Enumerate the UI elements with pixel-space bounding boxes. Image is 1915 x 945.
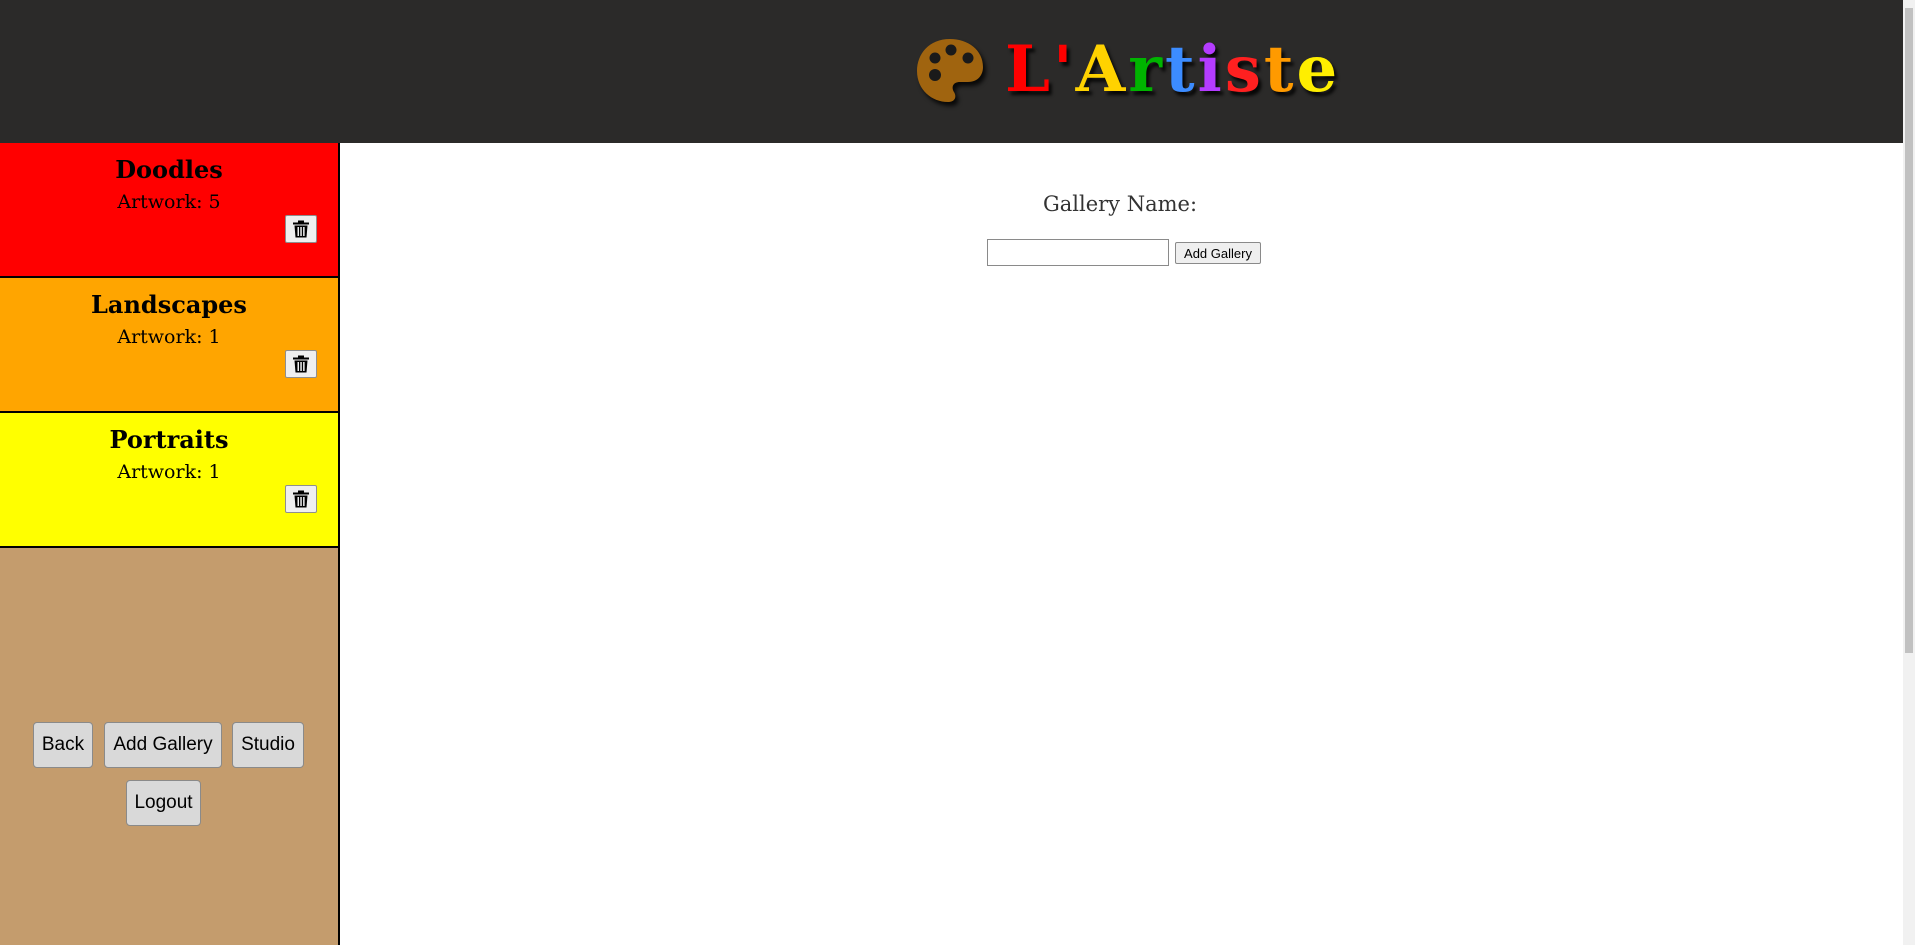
app-title: L'Artiste <box>1005 38 1340 102</box>
title-letter: L <box>1005 32 1053 107</box>
gallery-card-doodles[interactable]: Doodles Artwork: 5 <box>0 143 338 278</box>
title-letter: t <box>1263 32 1297 107</box>
title-letter: s <box>1224 32 1264 107</box>
gallery-name: Portraits <box>109 425 229 454</box>
delete-gallery-button[interactable] <box>285 350 317 378</box>
delete-gallery-button[interactable] <box>285 215 317 243</box>
title-letter: e <box>1296 32 1341 107</box>
scrollbar-thumb[interactable] <box>1905 8 1913 653</box>
gallery-card-landscapes[interactable]: Landscapes Artwork: 1 <box>0 278 338 413</box>
trash-icon <box>293 490 309 508</box>
trash-icon <box>293 220 309 238</box>
page-scrollbar[interactable] <box>1903 0 1915 945</box>
gallery-artwork-count: Artwork: 5 <box>117 191 221 213</box>
gallery-name: Doodles <box>115 155 223 184</box>
sidebar: Doodles Artwork: 5 Landscapes Artwork: 1 <box>0 143 340 945</box>
logout-button[interactable]: Logout <box>126 780 201 826</box>
palette-icon <box>917 39 983 102</box>
studio-button[interactable]: Studio <box>232 722 304 768</box>
app-header: L'Artiste <box>0 0 1903 143</box>
app-logo[interactable]: L'Artiste <box>915 30 1340 110</box>
gallery-artwork-count: Artwork: 1 <box>117 461 221 483</box>
gallery-name-label: Gallery Name: <box>1042 192 1198 216</box>
add-gallery-nav-button[interactable]: Add Gallery <box>104 722 222 768</box>
gallery-name-input[interactable] <box>987 239 1169 266</box>
gallery-artwork-count: Artwork: 1 <box>117 326 221 348</box>
gallery-name: Landscapes <box>91 290 247 319</box>
back-button[interactable]: Back <box>33 722 93 768</box>
gallery-card-portraits[interactable]: Portraits Artwork: 1 <box>0 413 338 548</box>
title-letter: t <box>1164 32 1198 107</box>
trash-icon <box>293 355 309 373</box>
title-letter: A <box>1075 32 1129 107</box>
title-letter: ' <box>1053 32 1076 107</box>
add-gallery-button[interactable]: Add Gallery <box>1175 242 1261 264</box>
delete-gallery-button[interactable] <box>285 485 317 513</box>
title-letter: r <box>1128 32 1165 107</box>
title-letter: i <box>1197 32 1225 107</box>
